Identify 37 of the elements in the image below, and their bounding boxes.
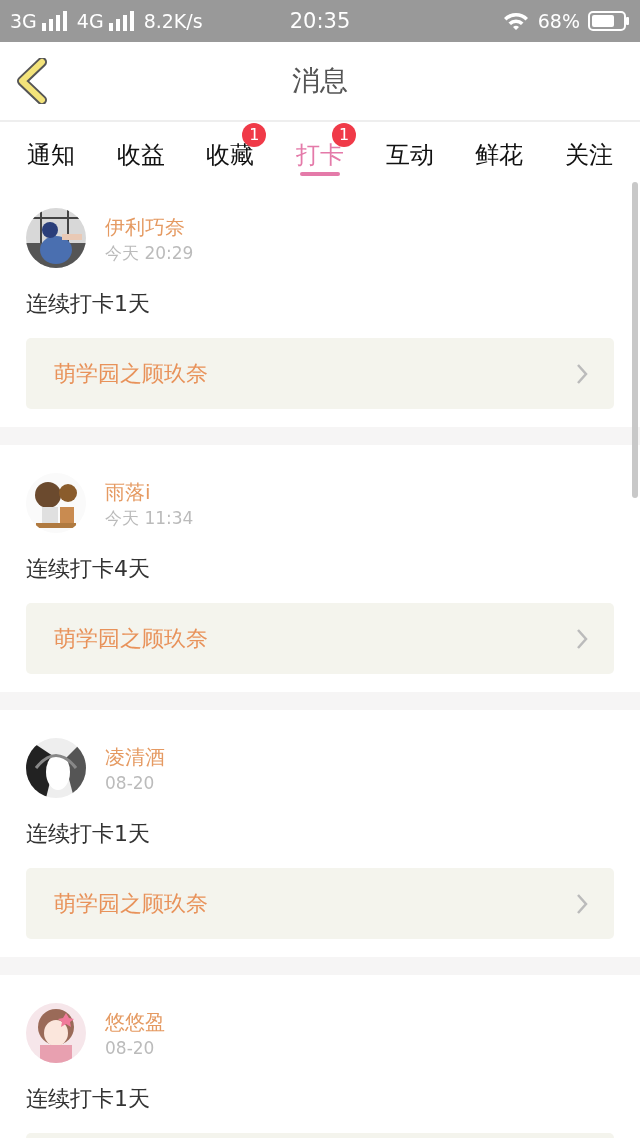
chevron-right-icon	[576, 892, 588, 915]
work-link[interactable]: 萌学园之顾玖奈	[26, 338, 614, 409]
timestamp: 今天 20:29	[105, 242, 194, 265]
network-speed: 8.2K/s	[143, 10, 203, 32]
user-name[interactable]: 伊利巧奈	[105, 214, 194, 240]
tab[interactable]: 鲜花	[454, 122, 545, 180]
timestamp: 08-20	[105, 1037, 156, 1060]
scrollbar[interactable]	[632, 182, 638, 498]
battery-percent: 68%	[537, 10, 580, 32]
network-label: 3G	[10, 10, 37, 32]
user-name[interactable]: 雨落i	[105, 479, 194, 505]
message-text: 连续打卡1天	[26, 290, 151, 318]
tab[interactable]: 互动	[364, 122, 455, 180]
tab[interactable]: 关注	[544, 122, 635, 180]
signal-icon	[40, 11, 67, 31]
user-name[interactable]: 悠悠盈	[105, 1009, 165, 1035]
battery-icon	[588, 11, 630, 31]
timestamp: 08-20	[105, 772, 156, 795]
tab[interactable]: 通知	[6, 122, 96, 180]
signal-icon	[107, 11, 134, 31]
chevron-right-icon	[576, 362, 588, 385]
back-button[interactable]	[14, 58, 50, 104]
network-label: 4G	[76, 10, 104, 32]
timestamp: 今天 11:34	[105, 507, 194, 530]
count-badge: 1	[332, 123, 356, 147]
page-title: 消息	[292, 63, 348, 99]
work-link[interactable]: 萌学园之顾玖奈	[26, 603, 614, 674]
tab[interactable]: 收益	[95, 122, 186, 180]
clock: 20:35	[289, 9, 351, 33]
message-text: 连续打卡4天	[26, 555, 151, 583]
tab[interactable]: 打卡 1	[275, 122, 365, 180]
chevron-right-icon	[576, 627, 588, 650]
message-text: 连续打卡1天	[26, 1085, 151, 1113]
user-name[interactable]: 凌清酒	[105, 744, 165, 770]
message-text: 连续打卡1天	[26, 820, 151, 848]
active-tab-indicator	[300, 172, 340, 176]
work-link[interactable]: 萌学园之顾玖奈	[26, 868, 614, 939]
